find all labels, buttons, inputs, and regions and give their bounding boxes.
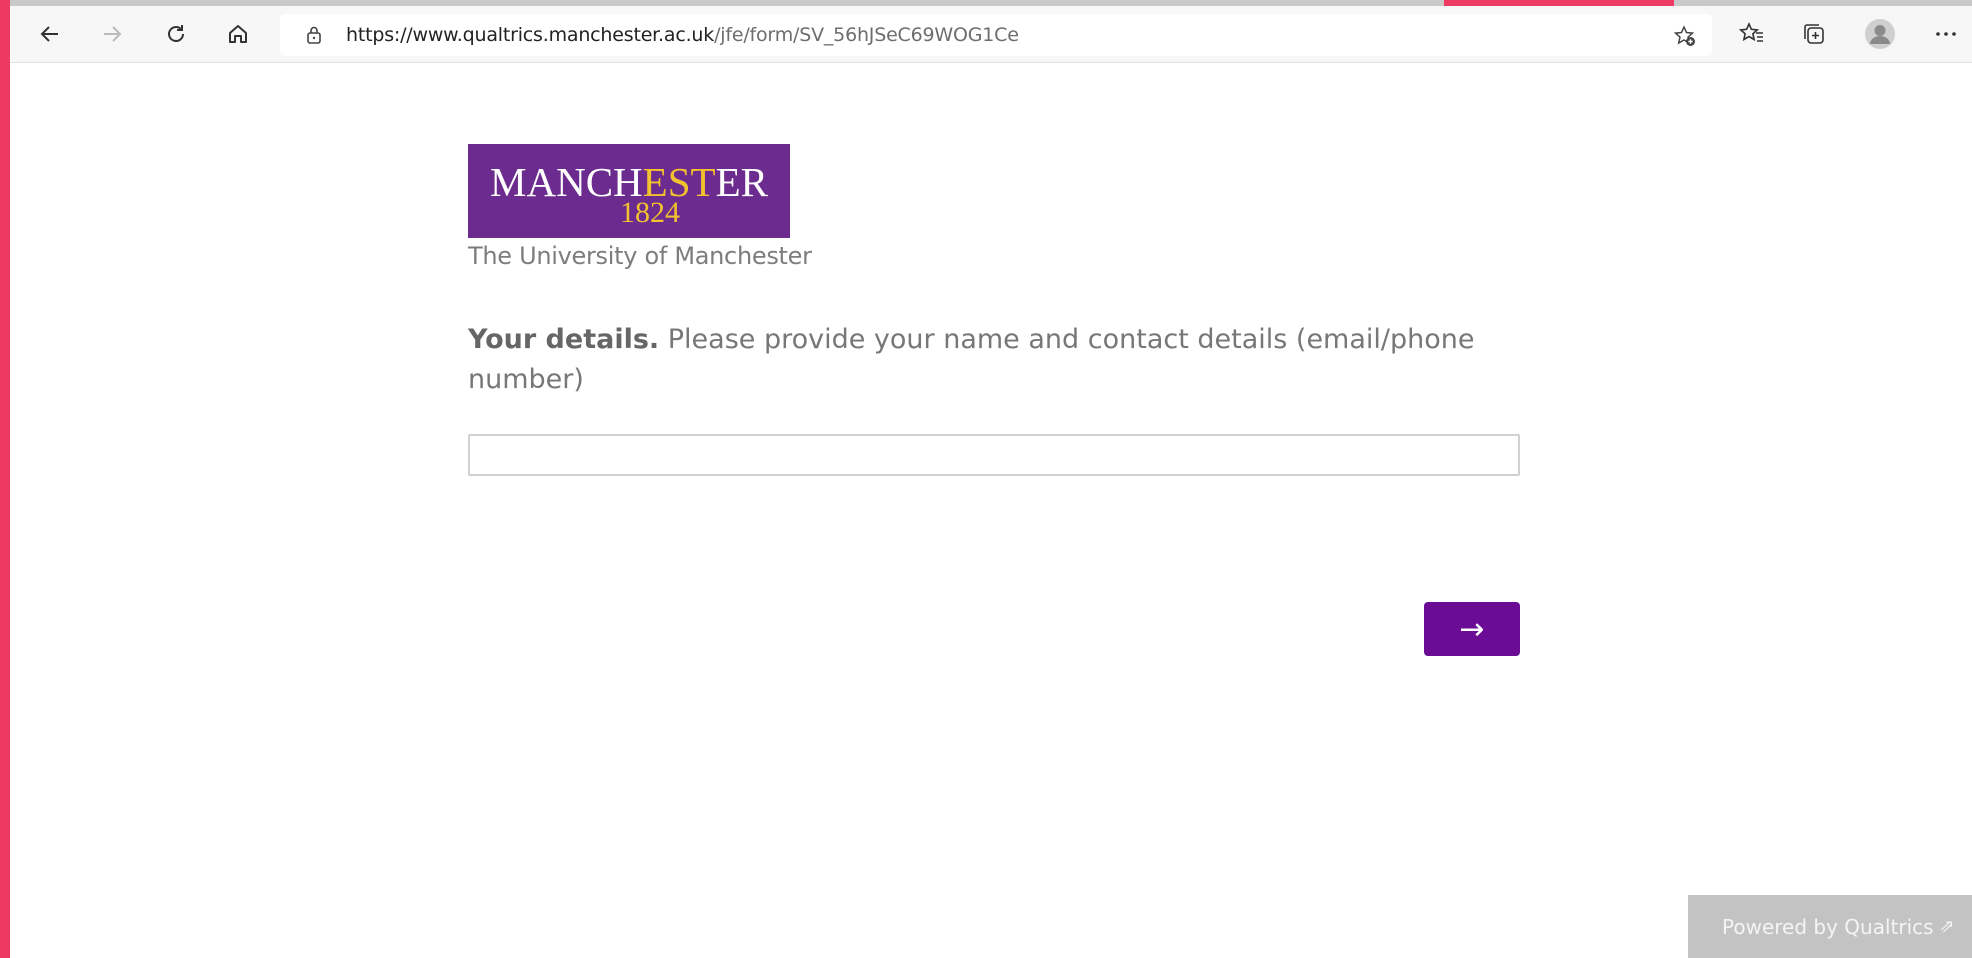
browser-toolbar: https://www.qualtrics.manchester.ac.uk/j…: [10, 6, 1972, 63]
survey-page: MANCHESTER 1824 The University of Manche…: [10, 64, 1972, 958]
favorites-button[interactable]: [1732, 14, 1772, 54]
question-label: Your details.: [468, 324, 660, 355]
back-icon: [40, 26, 58, 42]
next-button[interactable]: →: [1424, 602, 1520, 656]
university-logo: MANCHESTER 1824 The University of Manche…: [468, 144, 812, 274]
home-icon: [229, 25, 247, 43]
profile-button[interactable]: [1860, 14, 1900, 54]
home-button[interactable]: [218, 14, 258, 54]
collections-icon: [1804, 24, 1824, 44]
details-input[interactable]: [468, 434, 1520, 476]
forward-button[interactable]: [92, 14, 132, 54]
address-bar[interactable]: https://www.qualtrics.manchester.ac.uk/j…: [280, 14, 1712, 56]
refresh-icon: [168, 25, 184, 42]
refresh-button[interactable]: [156, 14, 196, 54]
powered-label: Powered by Qualtrics: [1722, 914, 1934, 939]
collections-button[interactable]: [1794, 14, 1834, 54]
url-path: /jfe/form/SV_56hJSeC69WOG1Ce: [714, 24, 1019, 46]
more-menu-button[interactable]: [1926, 14, 1966, 54]
window-left-border: [0, 0, 10, 958]
url-host: https://www.qualtrics.manchester.ac.uk: [346, 24, 715, 46]
logo-subtitle: The University of Manchester: [468, 242, 812, 270]
powered-by-qualtrics-link[interactable]: Powered by Qualtrics ⇗: [1688, 895, 1972, 958]
forward-icon: [104, 26, 122, 42]
url-text[interactable]: https://www.qualtrics.manchester.ac.uk/j…: [346, 14, 1019, 56]
add-favorite-icon[interactable]: [1674, 25, 1696, 47]
logo-box: MANCHESTER 1824: [468, 144, 790, 238]
logo-year: 1824: [620, 196, 680, 229]
external-link-icon: ⇗: [1939, 916, 1955, 937]
favorites-icon: [1739, 22, 1763, 42]
more-icon: [1936, 32, 1956, 36]
profile-icon: [1865, 19, 1895, 49]
back-button[interactable]: [30, 14, 70, 54]
question-text: Your details. Please provide your name a…: [468, 320, 1528, 400]
lock-icon[interactable]: [304, 25, 324, 45]
